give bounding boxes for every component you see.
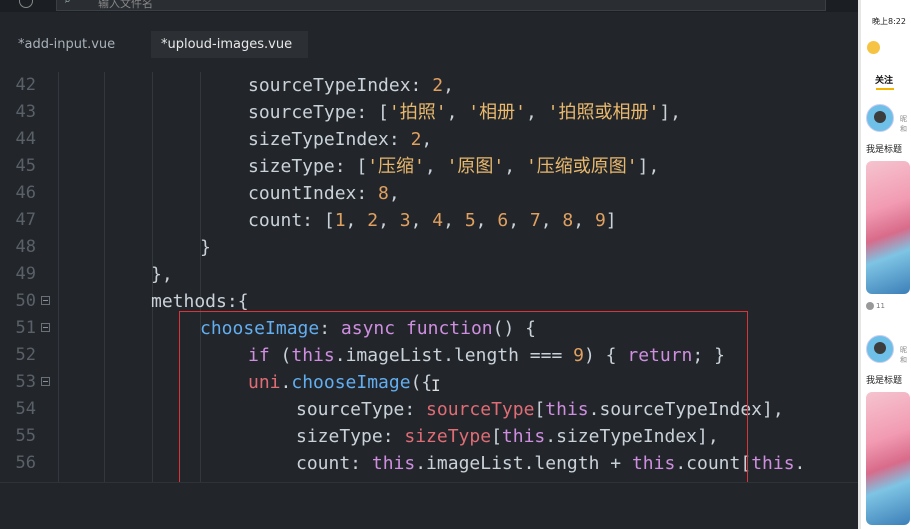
line-number: 44 [15, 129, 36, 149]
fold-toggle-icon[interactable] [41, 323, 50, 332]
post-title: 我是标题 [866, 376, 903, 386]
line-number: 48 [15, 237, 36, 257]
editor-bottom-panel [0, 482, 858, 529]
code-text: sizeType: ['压缩', '原图', '压缩或原图'], [248, 156, 660, 177]
post-nickname: 昵和 [900, 115, 907, 133]
code-line[interactable]: 43 sourceType: ['拍照', '相册', '拍照或相册'], [0, 99, 858, 126]
code-line[interactable]: 49}, [0, 261, 858, 288]
code-text: countIndex: 8, [248, 183, 400, 204]
avatar[interactable] [866, 335, 894, 363]
post-image[interactable] [866, 392, 910, 525]
code-text: sourceType: ['拍照', '相册', '拍照或相册'], [248, 102, 682, 123]
tab-uploud-images[interactable]: *uploud-images.vue [151, 31, 308, 58]
code-text: sourceTypeIndex: 2, [248, 75, 454, 96]
annotation-highlight-box [179, 311, 748, 490]
line-number: 43 [15, 102, 36, 122]
line-number: 47 [15, 210, 36, 230]
line-number: 54 [15, 399, 36, 419]
code-line[interactable]: 46 countIndex: 8, [0, 180, 858, 207]
line-number: 45 [15, 156, 36, 176]
post-nickname: 昵和 [900, 346, 907, 364]
fold-toggle-icon[interactable] [41, 296, 50, 305]
code-line[interactable]: 44 sizeTypeIndex: 2, [0, 126, 858, 153]
line-number: 46 [15, 183, 36, 203]
avatar[interactable] [866, 104, 894, 132]
post-likes: 11 [876, 302, 885, 310]
file-search-input[interactable] [56, 0, 826, 11]
code-text: sizeTypeIndex: 2, [248, 129, 433, 150]
line-number: 50 [15, 291, 36, 311]
run-icon[interactable] [19, 0, 33, 8]
code-editor[interactable]: ⌕ 输入文件名 *add-input.vue *uploud-images.vu… [0, 0, 858, 529]
line-number: 52 [15, 345, 36, 365]
code-line[interactable]: 42 sourceTypeIndex: 2, [0, 72, 858, 99]
line-number: 51 [15, 318, 36, 338]
code-line[interactable]: 47 count: [1, 2, 3, 4, 5, 6, 7, 8, 9] [0, 207, 858, 234]
line-number: 42 [15, 75, 36, 95]
code-text: count: [1, 2, 3, 4, 5, 6, 7, 8, 9] [248, 210, 617, 231]
line-number: 49 [15, 264, 36, 284]
search-icon: ⌕ [64, 0, 71, 7]
search-placeholder: 输入文件名 [98, 0, 153, 10]
status-time: 晚上8:22 [872, 17, 906, 26]
code-text: } [200, 237, 211, 258]
coin-icon[interactable] [867, 41, 880, 54]
post-meta: 11 [866, 302, 885, 310]
phone-preview: 晚上8:22 关注 昵和 我是标题 11 昵和 我是标题 [858, 0, 911, 529]
text-cursor-icon: I [431, 376, 441, 395]
line-number: 56 [15, 453, 36, 473]
smile-icon [866, 302, 874, 310]
code-text: }, [151, 264, 173, 285]
tab-add-input[interactable]: *add-input.vue [8, 31, 125, 58]
top-toolbar: ⌕ 输入文件名 [0, 0, 858, 12]
post-title: 我是标题 [866, 145, 903, 155]
line-number: 55 [15, 426, 36, 446]
tab-underline [876, 88, 894, 90]
editor-tabs: *add-input.vue *uploud-images.vue [0, 31, 858, 58]
code-line[interactable]: 45 sizeType: ['压缩', '原图', '压缩或原图'], [0, 153, 858, 180]
code-line[interactable]: 48} [0, 234, 858, 261]
fold-toggle-icon[interactable] [41, 377, 50, 386]
phone-edge [858, 0, 861, 529]
post-image[interactable] [866, 161, 910, 294]
tab-follow[interactable]: 关注 [875, 73, 893, 86]
line-number: 53 [15, 372, 36, 392]
